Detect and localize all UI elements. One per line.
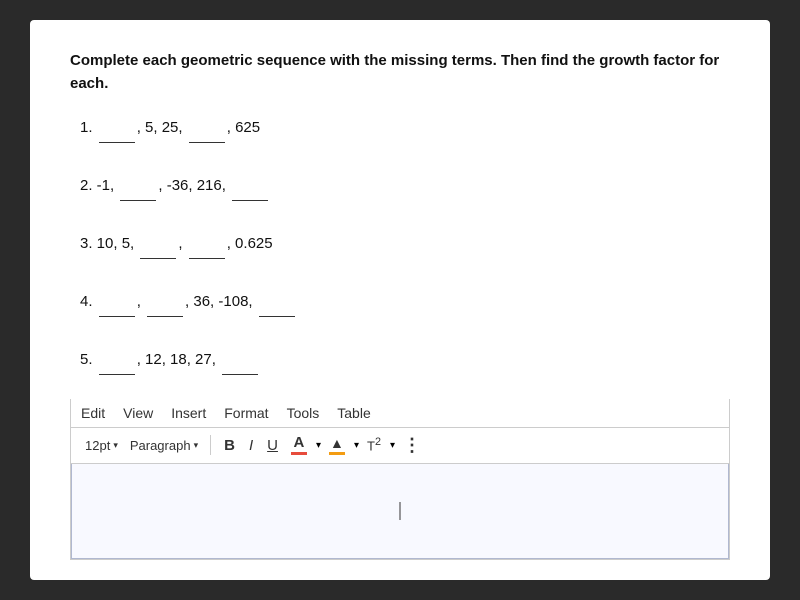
more-options-button[interactable]: ⋮ bbox=[399, 433, 423, 458]
text-cursor bbox=[400, 502, 401, 520]
problem-4: 4. , , 36, -108, bbox=[80, 287, 730, 317]
problem-5: 5. , 12, 18, 27, bbox=[80, 345, 730, 375]
underline-button[interactable]: U bbox=[262, 435, 283, 456]
blank-2-2 bbox=[232, 171, 268, 201]
menu-tools[interactable]: Tools bbox=[287, 405, 320, 421]
page-container: Complete each geometric sequence with th… bbox=[30, 20, 770, 580]
superscript-arrow[interactable]: ▾ bbox=[390, 440, 395, 451]
menu-format[interactable]: Format bbox=[224, 405, 268, 421]
font-color-bar bbox=[291, 452, 307, 455]
menu-insert[interactable]: Insert bbox=[171, 405, 206, 421]
font-size-select[interactable]: 12pt ▾ bbox=[81, 436, 122, 455]
menu-table[interactable]: Table bbox=[337, 405, 370, 421]
highlight-color-bar bbox=[329, 452, 345, 455]
editor-section: Edit View Insert Format Tools Table 12pt… bbox=[70, 399, 730, 561]
menu-bar: Edit View Insert Format Tools Table bbox=[71, 399, 729, 428]
font-color-arrow[interactable]: ▾ bbox=[316, 440, 321, 451]
paragraph-value: Paragraph bbox=[130, 438, 191, 453]
blank-1-2 bbox=[189, 113, 225, 143]
font-size-chevron: ▾ bbox=[113, 440, 118, 451]
paragraph-chevron: ▾ bbox=[194, 440, 199, 451]
font-color-button[interactable]: A bbox=[287, 433, 311, 457]
toolbar: 12pt ▾ Paragraph ▾ B I U A ▾ ▲ bbox=[71, 428, 729, 464]
problem-1: 1. , 5, 25, , 625 bbox=[80, 113, 730, 143]
highlight-button[interactable]: ▲ bbox=[325, 434, 349, 457]
underline-label: U bbox=[267, 437, 278, 454]
paragraph-select[interactable]: Paragraph ▾ bbox=[126, 436, 202, 455]
problem-3: 3. 10, 5, , , 0.625 bbox=[80, 229, 730, 259]
italic-label: I bbox=[249, 437, 253, 454]
toolbar-divider-1 bbox=[210, 435, 211, 455]
superscript-button[interactable]: T2 bbox=[363, 434, 385, 455]
menu-view[interactable]: View bbox=[123, 405, 153, 421]
blank-4-2 bbox=[147, 287, 183, 317]
blank-3-1 bbox=[140, 229, 176, 259]
blank-2-1 bbox=[120, 171, 156, 201]
italic-button[interactable]: I bbox=[244, 435, 258, 456]
bold-button[interactable]: B bbox=[219, 435, 240, 456]
highlight-label: ▲ bbox=[330, 436, 344, 450]
problem-2: 2. -1, , -36, 216, bbox=[80, 171, 730, 201]
blank-4-3 bbox=[259, 287, 295, 317]
menu-edit[interactable]: Edit bbox=[81, 405, 105, 421]
blank-4-1 bbox=[99, 287, 135, 317]
blank-3-2 bbox=[189, 229, 225, 259]
bold-label: B bbox=[224, 437, 235, 454]
question-title: Complete each geometric sequence with th… bbox=[70, 50, 730, 95]
blank-1-1 bbox=[99, 113, 135, 143]
highlight-arrow[interactable]: ▾ bbox=[354, 440, 359, 451]
font-color-label: A bbox=[294, 435, 305, 450]
problems-list: 1. , 5, 25, , 625 2. -1, , -36, 216, 3. … bbox=[70, 113, 730, 375]
blank-5-1 bbox=[99, 345, 135, 375]
editor-content[interactable] bbox=[71, 464, 729, 560]
font-size-value: 12pt bbox=[85, 438, 110, 453]
blank-5-2 bbox=[222, 345, 258, 375]
